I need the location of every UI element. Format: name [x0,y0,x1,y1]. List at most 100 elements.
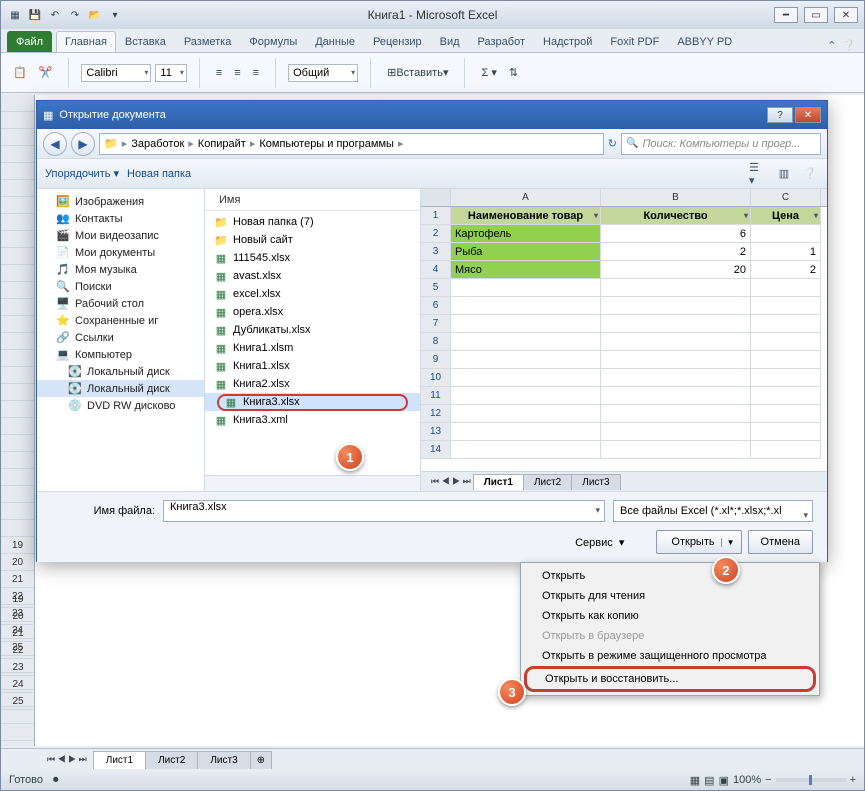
tree-item[interactable]: 🖥️Рабочий стол [37,295,204,312]
file-list-scrollbar[interactable] [205,475,420,491]
cancel-button[interactable]: Отмена [748,530,813,554]
sort-filter-icon[interactable]: ⇅ [505,64,522,81]
menu-item[interactable]: Открыть как копию [524,606,816,626]
font-size-select[interactable]: 11 [155,64,186,82]
file-tab[interactable]: Файл [7,31,52,52]
sheet-tab-3[interactable]: Лист3 [197,751,250,769]
sheet-tab-1[interactable]: Лист1 [93,751,146,769]
qat-more-icon[interactable]: ▾ [107,7,123,23]
tree-item[interactable]: 📄Мои документы [37,244,204,261]
open-icon[interactable]: 📂 [87,7,103,23]
col-B[interactable]: B [601,189,751,206]
tab-addins[interactable]: Надстрой [534,31,601,52]
row-header[interactable]: 23 [1,659,35,676]
back-icon[interactable]: ◀ [43,132,67,156]
row-header[interactable]: 5 [421,279,451,297]
row-header[interactable]: 11 [421,387,451,405]
redo-icon[interactable]: ↷ [67,7,83,23]
tab-formulas[interactable]: Формулы [240,31,306,52]
open-dropdown-icon[interactable]: ▼ [721,538,735,547]
crumb-1[interactable]: Заработок [131,138,184,150]
maximize-icon[interactable]: ▭ [804,7,828,23]
row-header[interactable]: 20 [1,608,35,625]
menu-item[interactable]: Открыть и восстановить... [524,666,816,692]
tab-home[interactable]: Главная [56,31,116,52]
new-folder-button[interactable]: Новая папка [127,168,191,180]
number-format-select[interactable]: Общий [288,64,358,82]
zoom-level[interactable]: 100% [733,774,761,786]
file-item[interactable]: ▦Книга3.xlsx [205,393,420,411]
refresh-icon[interactable]: ↻ [608,137,617,150]
row-header[interactable]: 19 [1,591,35,608]
excel-icon[interactable]: ▦ [7,7,23,23]
tab-developer[interactable]: Разработ [469,31,534,52]
tab-review[interactable]: Рецензир [364,31,431,52]
dialog-help-icon[interactable]: ? [767,107,793,123]
view-normal-icon[interactable]: ▦ [690,774,700,787]
tree-item[interactable]: 🎬Мои видеозапис [37,227,204,244]
folder-tree[interactable]: 🖼️Изображения👥Контакты🎬Мои видеозапис📄Мо… [37,189,205,491]
filename-input[interactable]: Книга3.xlsx [163,500,605,522]
row-header[interactable]: 9 [421,351,451,369]
file-item[interactable]: 📁Новая папка (7) [205,213,420,231]
new-sheet-icon[interactable]: ⊕ [250,751,272,769]
file-item[interactable]: ▦Книга2.xlsx [205,375,420,393]
row-header[interactable]: 1 [421,207,451,225]
filetype-select[interactable]: Все файлы Excel (*.xl*;*.xlsx;*.xl [613,500,813,522]
tree-item[interactable]: 💽Локальный диск [37,380,204,397]
row-header[interactable]: 14 [421,441,451,459]
breadcrumb[interactable]: 📁▸ Заработок▸ Копирайт▸ Компьютеры и про… [99,133,604,155]
view-mode-icon[interactable]: ☰ ▾ [749,165,767,183]
sheet-nav-icon[interactable]: ⏮ ◀ ▶ ⏭ [47,754,87,765]
save-icon[interactable]: 💾 [27,7,43,23]
preview-tab-1[interactable]: Лист1 [473,474,524,490]
tree-item[interactable]: ⭐Сохраненные иг [37,312,204,329]
row-header[interactable]: 10 [421,369,451,387]
cut-icon[interactable]: ✂️ [35,64,57,81]
paste-icon[interactable]: 📋 [9,64,31,81]
file-item[interactable]: ▦excel.xlsx [205,285,420,303]
explorer-help-icon[interactable]: ❔ [801,165,819,183]
open-button[interactable]: Открыть ▼ [656,530,741,554]
tree-item[interactable]: 💿DVD RW дисково [37,397,204,414]
close-icon[interactable]: ✕ [834,7,858,23]
col-A[interactable]: A [451,189,601,206]
file-item[interactable]: ▦Дубликаты.xlsx [205,321,420,339]
row-header[interactable]: 13 [421,423,451,441]
file-list[interactable]: 📁Новая папка (7)📁Новый сайт▦111545.xlsx▦… [205,211,420,475]
font-select[interactable]: Calibri [81,64,151,82]
macro-record-icon[interactable]: ⏺ [53,774,59,787]
view-break-icon[interactable]: ▣ [719,774,729,787]
insert-cells-button[interactable]: ⊞Вставить▾ [383,64,452,81]
align-center-icon[interactable]: ≡ [230,65,244,81]
row-header[interactable]: 8 [421,333,451,351]
menu-item[interactable]: Открыть в режиме защищенного просмотра [524,646,816,666]
organize-button[interactable]: Упорядочить ▾ [45,167,119,180]
zoom-out-icon[interactable]: − [765,774,771,786]
crumb-2[interactable]: Копирайт [198,138,246,150]
tab-foxit[interactable]: Foxit PDF [601,31,668,52]
crumb-3[interactable]: Компьютеры и программы [259,138,394,150]
row-header[interactable]: 12 [421,405,451,423]
tools-button[interactable]: Сервис ▾ [575,536,624,549]
align-right-icon[interactable]: ≡ [249,65,263,81]
file-item[interactable]: ▦avast.xlsx [205,267,420,285]
zoom-slider[interactable] [776,778,846,782]
undo-icon[interactable]: ↶ [47,7,63,23]
help-icon[interactable]: ❔ [842,39,856,52]
select-all-icon[interactable] [421,189,451,206]
tab-view[interactable]: Вид [431,31,469,52]
dialog-title-bar[interactable]: ▦ Открытие документа ? ✕ [37,101,827,129]
row-header[interactable]: 25 [1,693,35,710]
tab-data[interactable]: Данные [306,31,364,52]
menu-item[interactable]: Открыть для чтения [524,586,816,606]
tab-layout[interactable]: Разметка [175,31,241,52]
ribbon-minimize-icon[interactable]: ⌃ [827,39,836,52]
row-header[interactable]: 24 [1,676,35,693]
file-item[interactable]: ▦opera.xlsx [205,303,420,321]
row-header[interactable]: 4 [421,261,451,279]
forward-icon[interactable]: ▶ [71,132,95,156]
preview-nav-icon[interactable]: ⏮ ◀ ▶ ⏭ [429,476,473,487]
preview-pane-icon[interactable]: ▥ [775,165,793,183]
sheet-tab-2[interactable]: Лист2 [145,751,198,769]
